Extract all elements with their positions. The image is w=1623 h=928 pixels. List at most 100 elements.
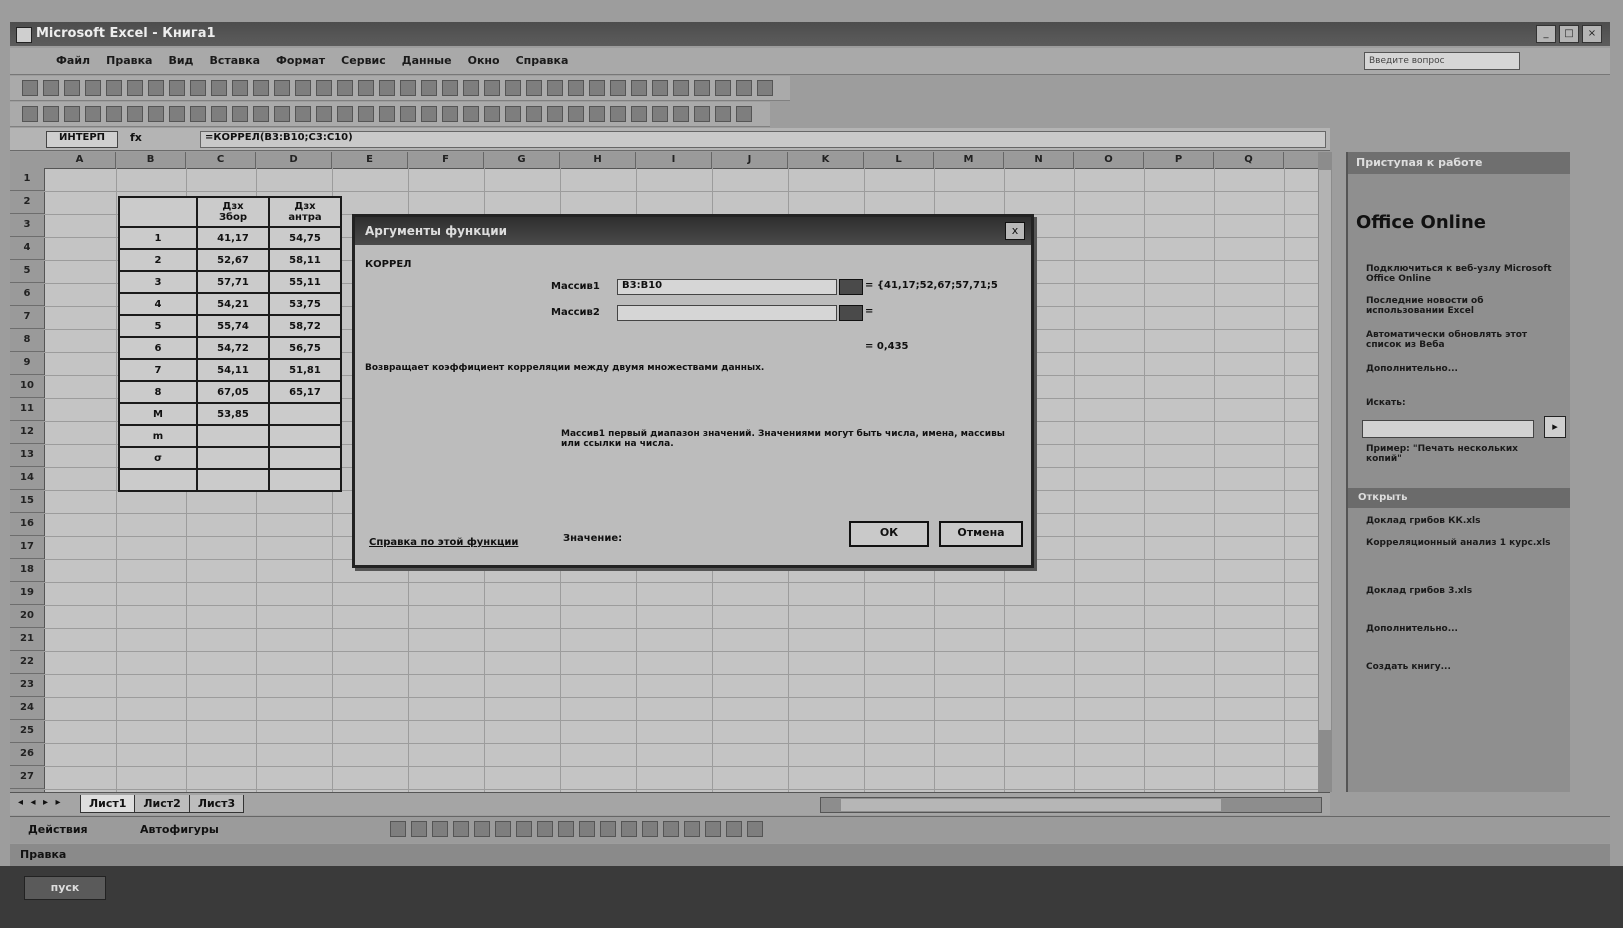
- drawing-toolbar-button-icon[interactable]: [537, 821, 553, 837]
- standard-toolbar-button-icon[interactable]: [316, 80, 332, 96]
- row-header[interactable]: 3: [10, 214, 44, 237]
- table-cell[interactable]: 56,75: [268, 336, 342, 360]
- row-header[interactable]: 7: [10, 306, 44, 329]
- row-header[interactable]: 17: [10, 536, 44, 559]
- cancel-button[interactable]: Отмена: [939, 521, 1023, 547]
- row-header[interactable]: 11: [10, 398, 44, 421]
- formatting-toolbar-button-icon[interactable]: [610, 106, 626, 122]
- drawing-toolbar-button-icon[interactable]: [453, 821, 469, 837]
- formatting-toolbar-button-icon[interactable]: [694, 106, 710, 122]
- formatting-toolbar-button-icon[interactable]: [505, 106, 521, 122]
- drawing-toolbar-button-icon[interactable]: [474, 821, 490, 837]
- standard-toolbar-button-icon[interactable]: [106, 80, 122, 96]
- column-header[interactable]: O: [1074, 152, 1144, 168]
- standard-toolbar-button-icon[interactable]: [652, 80, 668, 96]
- table-cell[interactable]: 4: [118, 292, 198, 316]
- formatting-toolbar-button-icon[interactable]: [106, 106, 122, 122]
- standard-toolbar-button-icon[interactable]: [379, 80, 395, 96]
- array1-collapse-icon[interactable]: [839, 279, 863, 295]
- formatting-toolbar-button-icon[interactable]: [190, 106, 206, 122]
- tp-link-news[interactable]: Последние новости об использовании Excel: [1366, 296, 1556, 316]
- standard-toolbar-button-icon[interactable]: [400, 80, 416, 96]
- formatting-toolbar-button-icon[interactable]: [421, 106, 437, 122]
- column-header[interactable]: L: [864, 152, 934, 168]
- standard-toolbar-button-icon[interactable]: [736, 80, 752, 96]
- menu-item[interactable]: Вид: [168, 54, 193, 67]
- table-cell[interactable]: 58,11: [268, 248, 342, 272]
- row-header[interactable]: 6: [10, 283, 44, 306]
- formatting-toolbar-button-icon[interactable]: [211, 106, 227, 122]
- standard-toolbar-button-icon[interactable]: [442, 80, 458, 96]
- standard-toolbar-button-icon[interactable]: [715, 80, 731, 96]
- table-cell[interactable]: [268, 446, 342, 470]
- formatting-toolbar-button-icon[interactable]: [736, 106, 752, 122]
- array2-collapse-icon[interactable]: [839, 305, 863, 321]
- tp-recent-more[interactable]: Дополнительно...: [1366, 624, 1556, 634]
- row-header[interactable]: 10: [10, 375, 44, 398]
- standard-toolbar-button-icon[interactable]: [22, 80, 38, 96]
- row-header[interactable]: 22: [10, 651, 44, 674]
- formatting-toolbar-button-icon[interactable]: [673, 106, 689, 122]
- row-header[interactable]: 16: [10, 513, 44, 536]
- tp-recent-file[interactable]: Корреляционный анализ 1 курс.xls: [1366, 538, 1556, 548]
- table-cell[interactable]: [118, 468, 198, 492]
- row-header[interactable]: 23: [10, 674, 44, 697]
- column-header[interactable]: D: [256, 152, 332, 168]
- formatting-toolbar-button-icon[interactable]: [379, 106, 395, 122]
- table-cell[interactable]: [268, 468, 342, 492]
- table-cell[interactable]: [268, 424, 342, 448]
- standard-toolbar-button-icon[interactable]: [337, 80, 353, 96]
- drawing-toolbar-button-icon[interactable]: [684, 821, 700, 837]
- standard-toolbar-button-icon[interactable]: [127, 80, 143, 96]
- formatting-toolbar-button-icon[interactable]: [631, 106, 647, 122]
- row-header[interactable]: 8: [10, 329, 44, 352]
- table-cell[interactable]: m: [118, 424, 198, 448]
- formatting-toolbar-button-icon[interactable]: [127, 106, 143, 122]
- table-header-cell[interactable]: Дзх Збор: [196, 196, 270, 228]
- autoshapes-button[interactable]: Автофигуры: [140, 823, 219, 836]
- table-cell[interactable]: 65,17: [268, 380, 342, 404]
- table-cell[interactable]: 2: [118, 248, 198, 272]
- row-header[interactable]: 4: [10, 237, 44, 260]
- table-cell[interactable]: 6: [118, 336, 198, 360]
- row-header[interactable]: 25: [10, 720, 44, 743]
- column-header[interactable]: J: [712, 152, 788, 168]
- table-cell[interactable]: 53,75: [268, 292, 342, 316]
- standard-toolbar-button-icon[interactable]: [253, 80, 269, 96]
- standard-toolbar-button-icon[interactable]: [295, 80, 311, 96]
- function-help-link[interactable]: Справка по этой функции: [369, 537, 518, 548]
- row-header[interactable]: 1: [10, 168, 44, 191]
- formatting-toolbar-button-icon[interactable]: [442, 106, 458, 122]
- tp-recent-file[interactable]: Доклад грибов 3.xls: [1366, 586, 1556, 596]
- formatting-toolbar-button-icon[interactable]: [652, 106, 668, 122]
- table-cell[interactable]: 55,74: [196, 314, 270, 338]
- dialog-close-button[interactable]: x: [1005, 222, 1025, 240]
- standard-toolbar-button-icon[interactable]: [64, 80, 80, 96]
- table-cell[interactable]: 54,21: [196, 292, 270, 316]
- menu-item[interactable]: Окно: [468, 54, 500, 67]
- row-header[interactable]: 18: [10, 559, 44, 582]
- table-cell[interactable]: 8: [118, 380, 198, 404]
- drawing-toolbar-button-icon[interactable]: [747, 821, 763, 837]
- draw-menu-button[interactable]: Действия: [28, 823, 88, 836]
- formatting-toolbar-button-icon[interactable]: [568, 106, 584, 122]
- standard-toolbar-button-icon[interactable]: [211, 80, 227, 96]
- formatting-toolbar-button-icon[interactable]: [64, 106, 80, 122]
- tp-link-connect[interactable]: Подключиться к веб-узлу Microsoft Office…: [1366, 264, 1556, 284]
- standard-toolbar-button-icon[interactable]: [421, 80, 437, 96]
- drawing-toolbar-button-icon[interactable]: [432, 821, 448, 837]
- standard-toolbar-button-icon[interactable]: [694, 80, 710, 96]
- formatting-toolbar-button-icon[interactable]: [253, 106, 269, 122]
- menu-item[interactable]: Файл: [56, 54, 90, 67]
- table-cell[interactable]: 7: [118, 358, 198, 382]
- row-header[interactable]: 19: [10, 582, 44, 605]
- table-cell[interactable]: 54,75: [268, 226, 342, 250]
- horizontal-scrollbar[interactable]: [820, 797, 1322, 813]
- standard-toolbar-button-icon[interactable]: [505, 80, 521, 96]
- formula-input[interactable]: =КОРРЕЛ(B3:B10;C3:C10): [200, 131, 1326, 148]
- standard-toolbar-button-icon[interactable]: [463, 80, 479, 96]
- table-header-cell[interactable]: Дзх антра: [268, 196, 342, 228]
- table-cell[interactable]: 55,11: [268, 270, 342, 294]
- tp-link-auto-update[interactable]: Автоматически обновлять этот список из В…: [1366, 330, 1556, 350]
- table-cell[interactable]: 58,72: [268, 314, 342, 338]
